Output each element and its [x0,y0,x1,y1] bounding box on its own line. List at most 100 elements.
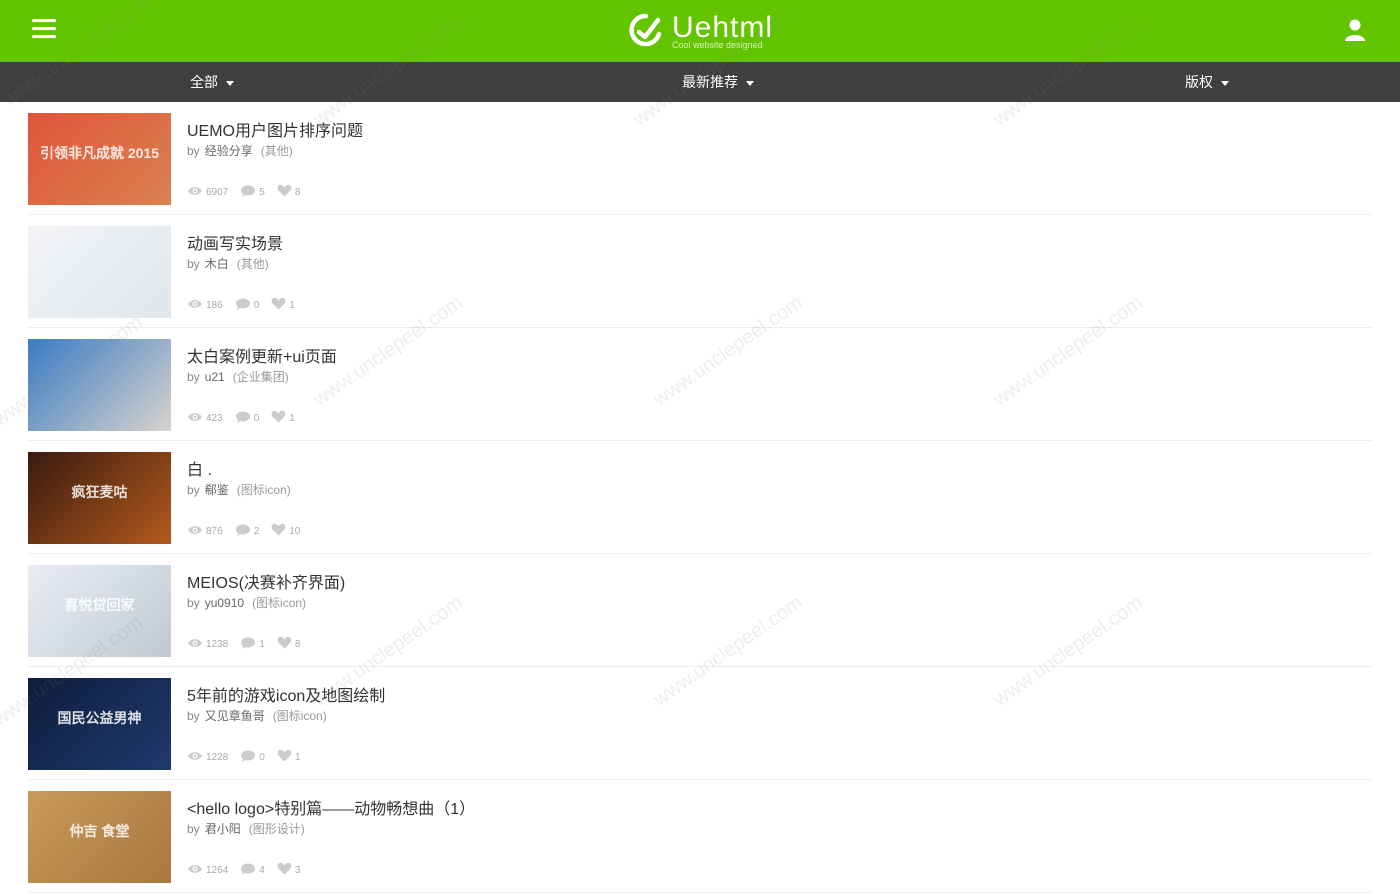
post-author[interactable]: u21 [205,370,225,384]
site-logo[interactable]: Uehtml Cool website designed [628,12,778,52]
like-count[interactable]: 3 [277,862,300,878]
post-thumbnail[interactable]: 引领非凡成就 2015 [28,113,171,205]
view-count-value: 1238 [206,638,229,650]
comment-icon [240,637,259,652]
like-count[interactable]: 1 [271,297,295,313]
view-count: 186 [187,299,223,312]
post-title[interactable]: MEIOS(决赛补齐界面) [187,569,345,593]
post-author[interactable]: 君小阳 [205,822,241,836]
view-count: 1228 [187,751,228,764]
user-icon[interactable] [1344,18,1366,42]
post-title[interactable]: 5年前的游戏icon及地图绘制 [187,682,385,706]
post-list: 引领非凡成就 2015 UEMO用户图片排序问题 by 经验分享 (其他) 6907… [28,102,1372,893]
comment-count: 2 [235,524,260,539]
post-title[interactable]: 太白案例更新+ui页面 [187,343,337,367]
by-label: by [187,822,200,836]
post-author[interactable]: 又见章鱼哥 [205,709,265,723]
post-author[interactable]: 木白 [205,257,229,271]
heart-icon [277,749,295,765]
post-author[interactable]: 经验分享 [205,144,253,158]
thumbnail-text: 引领非凡成就 2015 [39,145,160,161]
comment-count: 0 [235,411,260,426]
comment-count-value: 5 [259,186,265,198]
filter-copyright-dropdown[interactable]: 版权 [1185,62,1229,102]
eye-icon [187,412,206,425]
like-count[interactable]: 1 [277,749,301,765]
post-title[interactable]: 白 . [187,456,212,480]
post-stats: 1228 0 1 [187,749,312,765]
comment-count-value: 0 [253,412,260,424]
like-count[interactable]: 10 [271,523,300,539]
filter-recommend-dropdown[interactable]: 最新推荐 [682,62,754,102]
by-label: by [187,370,200,384]
post-thumbnail[interactable] [28,226,171,318]
comment-count: 0 [235,298,259,313]
like-count[interactable]: 8 [277,184,301,200]
view-count: 1238 [187,638,228,651]
by-label: by [187,144,200,158]
like-count[interactable]: 8 [277,636,300,652]
list-item[interactable]: 太白案例更新+ui页面 by u21 (企业集团) 423 0 1 [28,328,1372,441]
post-category[interactable]: (图标icon) [252,596,306,610]
post-title[interactable]: 动画写实场景 [187,230,283,254]
post-meta: by 郗鉴 (图标icon) [187,481,291,498]
list-item[interactable]: 疯狂麦咕 白 . by 郗鉴 (图标icon) 876 2 10 [28,441,1372,554]
comment-count-value: 2 [253,525,260,537]
post-thumbnail[interactable]: 国民公益男神 [28,678,171,770]
heart-icon [277,184,295,200]
post-title[interactable]: <hello logo>特别篇——动物畅想曲（1） [187,795,475,819]
post-author[interactable]: 郗鉴 [205,483,229,497]
post-stats: 186 0 1 [187,297,307,313]
post-thumbnail[interactable]: 仲吉 食堂 [28,791,171,883]
hamburger-menu-icon[interactable] [32,19,56,41]
heart-icon [271,410,289,426]
filter-all-dropdown[interactable]: 全部 [190,62,234,102]
comment-count: 1 [240,637,265,652]
comment-count: 5 [240,185,265,200]
post-category[interactable]: (图标icon) [273,709,327,723]
post-meta: by 经验分享 (其他) [187,142,293,159]
comment-icon [235,411,254,426]
heart-icon [271,297,289,313]
post-meta: by 君小阳 (图形设计) [187,820,305,837]
post-thumbnail[interactable]: 疯狂麦咕 [28,452,171,544]
by-label: by [187,596,200,610]
post-category[interactable]: (其他) [237,257,269,271]
post-category[interactable]: (图形设计) [249,822,305,836]
top-header: Uehtml Cool website designed [0,0,1400,62]
logo-subtitle: Cool website designed [672,40,763,50]
post-category[interactable]: (企业集团) [233,370,289,384]
filter-bar: 全部 最新推荐 版权 [0,62,1400,102]
by-label: by [187,483,200,497]
thumbnail-text: 仲吉 食堂 [69,823,130,839]
comment-count: 4 [240,863,265,878]
heart-icon [271,523,289,539]
post-category[interactable]: (其他) [261,144,293,158]
eye-icon [187,751,206,764]
list-item[interactable]: 引领非凡成就 2015 UEMO用户图片排序问题 by 经验分享 (其他) 6907… [28,102,1372,215]
eye-icon [187,638,206,651]
thumbnail-text: 疯狂麦咕 [71,484,128,500]
list-item[interactable]: 国民公益男神 5年前的游戏icon及地图绘制 by 又见章鱼哥 (图标icon) 1… [28,667,1372,780]
heart-icon [277,636,295,652]
caret-down-icon [746,80,754,86]
view-count-value: 423 [206,412,223,424]
list-item[interactable]: 喜悦贷回家 MEIOS(决赛补齐界面) by yu0910 (图标icon) 123… [28,554,1372,667]
list-item[interactable]: 动画写实场景 by 木白 (其他) 186 0 1 [28,215,1372,328]
like-count-value: 1 [289,299,295,311]
view-count-value: 1228 [206,751,229,763]
post-thumbnail[interactable]: 喜悦贷回家 [28,565,171,657]
like-count-value: 1 [289,412,295,424]
post-category[interactable]: (图标icon) [237,483,291,497]
comment-count-value: 4 [259,864,265,876]
post-title[interactable]: UEMO用户图片排序问题 [187,117,363,141]
comment-icon [235,524,254,539]
caret-down-icon [226,80,234,86]
post-author[interactable]: yu0910 [205,596,244,610]
like-count[interactable]: 1 [271,410,295,426]
eye-icon [187,299,206,312]
list-item[interactable]: 仲吉 食堂 <hello logo>特别篇——动物畅想曲（1） by 君小阳 (图形… [28,780,1372,893]
like-count-value: 8 [294,186,301,198]
post-thumbnail[interactable] [28,339,171,431]
like-count-value: 1 [294,751,301,763]
